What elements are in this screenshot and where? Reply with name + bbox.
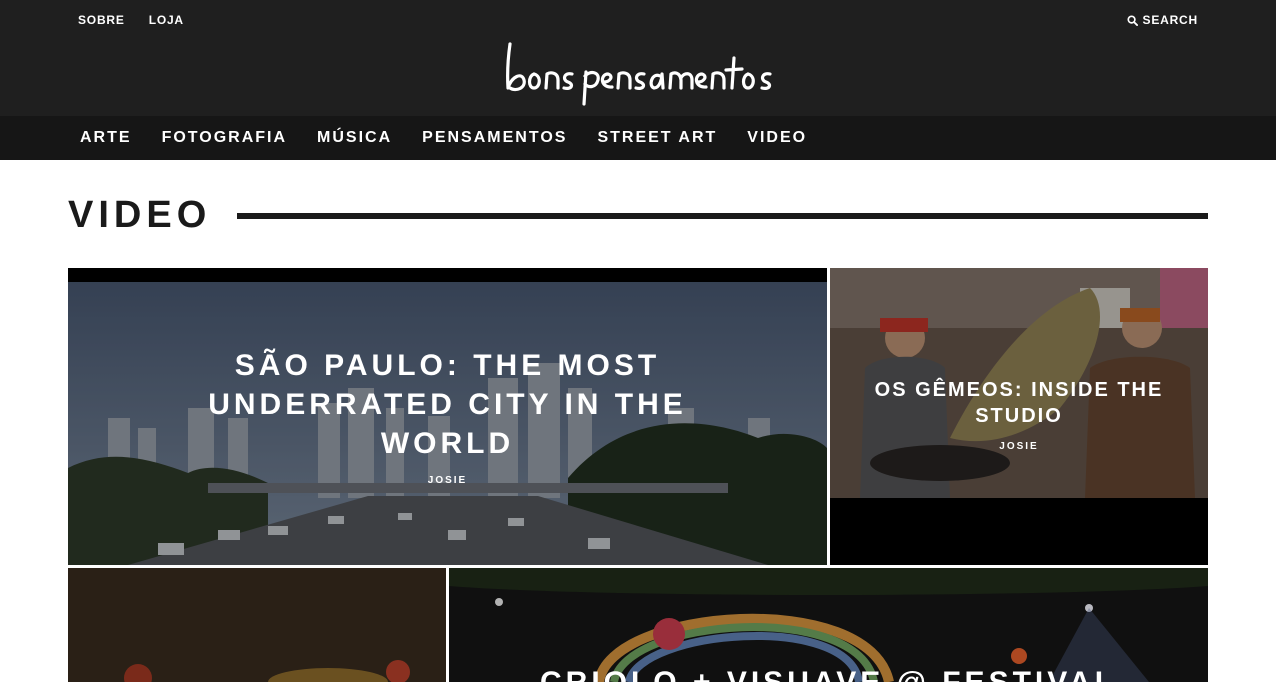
post-author: JOSIE [999,441,1039,452]
nav-musica[interactable]: MÚSICA [317,129,392,147]
nav-video[interactable]: VIDEO [747,129,807,147]
nav-fotografia[interactable]: FOTOGRAFIA [162,129,287,147]
link-sobre[interactable]: SOBRE [78,13,125,27]
nav-pensamentos[interactable]: PENSAMENTOS [422,129,567,147]
nav-arte[interactable]: ARTE [80,129,132,147]
post-title: CRIOLO + VISUAVE @ FESTIVAL [449,663,1208,682]
post-tile-sao-paulo[interactable]: SÃO PAULO: THE MOST UNDERRATED CITY IN T… [68,268,827,565]
post-title: OS GÊMEOS: INSIDE THE STUDIO [874,379,1164,427]
post-thumbnail-dark [68,568,446,682]
post-author: JOSIE [427,475,468,486]
post-title: SÃO PAULO: THE MOST UNDERRATED CITY IN T… [208,349,687,460]
post-tile-os-gemeos[interactable]: OS GÊMEOS: INSIDE THE STUDIO JOSIE [830,268,1208,565]
page-title: VIDEO [68,194,212,236]
site-header: SOBRE LOJA SEARCH [0,0,1276,116]
search-button[interactable]: SEARCH [1126,13,1198,27]
nav-street-art[interactable]: STREET ART [597,129,717,147]
site-logo[interactable] [500,38,776,110]
post-tile-criolo[interactable]: CRIOLO + VISUAVE @ FESTIVAL [449,568,1208,682]
link-loja[interactable]: LOJA [149,13,184,27]
title-divider [237,213,1208,219]
post-tile-3[interactable] [68,568,446,682]
top-links: SOBRE LOJA [78,13,184,27]
search-label: SEARCH [1142,13,1198,27]
search-icon [1126,14,1138,26]
category-nav: ARTE FOTOGRAFIA MÚSICA PENSAMENTOS STREE… [0,116,1276,160]
